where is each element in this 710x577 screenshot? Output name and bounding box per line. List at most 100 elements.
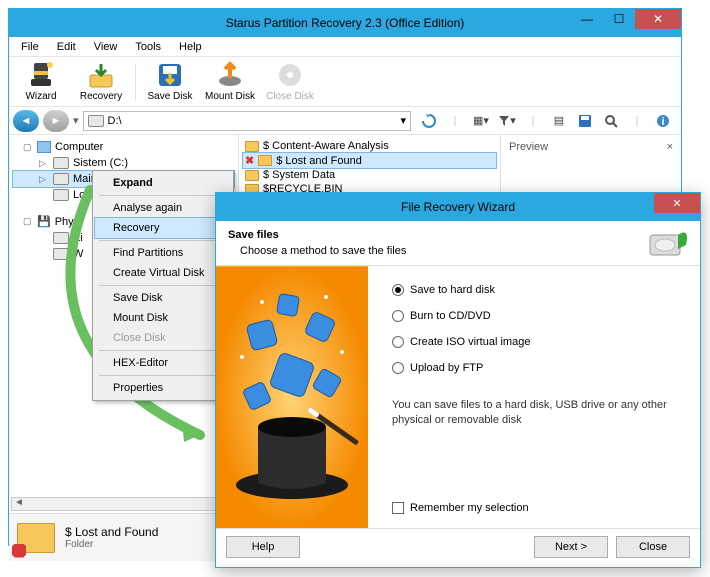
ctx-analyse[interactable]: Analyse again xyxy=(95,198,231,218)
address-dropdown-icon[interactable]: ▾ xyxy=(400,114,406,127)
context-menu: Expand Analyse again Recovery Find Parti… xyxy=(92,170,234,401)
drive-icon xyxy=(53,232,69,244)
help-button[interactable]: Help xyxy=(226,536,300,558)
recovery-label: Recovery xyxy=(80,91,122,102)
option-save-hard-disk[interactable]: Save to hard disk xyxy=(392,284,684,296)
remember-selection[interactable]: Remember my selection xyxy=(392,502,684,514)
folder-icon xyxy=(245,170,259,181)
tree-computer[interactable]: ▢Computer xyxy=(13,139,234,155)
file-label: $ System Data xyxy=(263,169,335,181)
computer-icon xyxy=(37,141,51,153)
tree-computer-label: Computer xyxy=(55,141,103,153)
menubar: File Edit View Tools Help xyxy=(9,37,681,57)
minimize-button[interactable]: — xyxy=(571,9,603,29)
wizard-label: Wizard xyxy=(25,91,56,102)
tree-lo-label: Lo xyxy=(73,189,85,201)
main-title: Starus Partition Recovery 2.3 (Office Ed… xyxy=(226,16,465,30)
wizard-footer: Help Next > Close xyxy=(216,528,700,564)
file-label: $ Content-Aware Analysis xyxy=(263,140,389,152)
radio-icon xyxy=(392,362,404,374)
ctx-save-disk[interactable]: Save Disk xyxy=(95,288,231,308)
next-button[interactable]: Next > xyxy=(534,536,608,558)
radio-icon xyxy=(392,336,404,348)
menu-help[interactable]: Help xyxy=(171,39,210,55)
toolbar-separator xyxy=(135,64,136,100)
wizard-titlebar[interactable]: File Recovery Wizard ✕ xyxy=(216,193,700,221)
file-lost-found[interactable]: ✖$ Lost and Found xyxy=(243,153,496,168)
close-button[interactable]: ✕ xyxy=(635,9,681,29)
drive-icon xyxy=(53,248,69,260)
mount-disk-button[interactable]: Mount Disk xyxy=(202,59,258,105)
nav-history-dropdown[interactable]: ▾ xyxy=(73,114,79,127)
info-icon[interactable]: i xyxy=(653,111,673,131)
view-options-icon[interactable]: ▦▾ xyxy=(471,111,491,131)
search-icon[interactable] xyxy=(601,111,621,131)
navbar-separator: | xyxy=(445,111,465,131)
folder-icon xyxy=(258,155,272,166)
ctx-recovery[interactable]: Recovery xyxy=(95,218,231,238)
ctx-hex-editor[interactable]: HEX-Editor xyxy=(95,353,231,373)
wizard-icon xyxy=(27,61,55,89)
wizard-close-button[interactable]: ✕ xyxy=(654,193,700,213)
preview-close-icon[interactable]: × xyxy=(667,141,673,153)
folder-icon xyxy=(245,141,259,152)
address-text: D:\ xyxy=(108,115,122,127)
nav-back-button[interactable]: ◄ xyxy=(13,110,39,132)
ctx-separator xyxy=(99,195,227,196)
svg-text:i: i xyxy=(661,116,664,128)
ctx-expand[interactable]: Expand xyxy=(95,173,231,193)
menu-file[interactable]: File xyxy=(13,39,47,55)
list-view-icon[interactable]: ▤ xyxy=(549,111,569,131)
menu-view[interactable]: View xyxy=(86,39,126,55)
save-icon[interactable] xyxy=(575,111,595,131)
wizard-header: Save files Choose a method to save the f… xyxy=(216,221,700,266)
maximize-button[interactable]: ☐ xyxy=(603,9,635,29)
menu-edit[interactable]: Edit xyxy=(49,39,84,55)
status-type: Folder xyxy=(65,539,158,550)
wizard-hint: You can save files to a hard disk, USB d… xyxy=(392,398,684,429)
close-button[interactable]: Close xyxy=(616,536,690,558)
ctx-close-disk: Close Disk xyxy=(95,328,231,348)
close-disk-icon xyxy=(276,61,304,89)
navbar-actions: | ▦▾ ▾ | ▤ | i xyxy=(415,111,677,131)
drive-icon xyxy=(53,189,69,201)
save-disk-button[interactable]: Save Disk xyxy=(142,59,198,105)
main-titlebar[interactable]: Starus Partition Recovery 2.3 (Office Ed… xyxy=(9,9,681,37)
address-bar[interactable]: D:\ ▾ xyxy=(83,111,411,131)
file-system-data[interactable]: $ System Data xyxy=(243,168,496,182)
recovery-button[interactable]: Recovery xyxy=(73,59,129,105)
wizard-body: Save to hard disk Burn to CD/DVD Create … xyxy=(216,266,700,528)
refresh-icon[interactable] xyxy=(419,111,439,131)
option-label: Save to hard disk xyxy=(410,284,495,296)
tree-sistem-c[interactable]: ▷Sistem (C:) xyxy=(13,155,234,171)
option-upload-ftp[interactable]: Upload by FTP xyxy=(392,362,684,374)
wizard-subheading: Choose a method to save the files xyxy=(228,245,688,257)
menu-tools[interactable]: Tools xyxy=(127,39,169,55)
ctx-find-partitions[interactable]: Find Partitions xyxy=(95,243,231,263)
navbar-separator-3: | xyxy=(627,111,647,131)
tree-sistem-label: Sistem (C:) xyxy=(73,157,128,169)
navbar: ◄ ► ▾ D:\ ▾ | ▦▾ ▾ | ▤ | i xyxy=(9,107,681,135)
file-content-aware[interactable]: $ Content-Aware Analysis xyxy=(243,139,496,153)
wizard-options: Save to hard disk Burn to CD/DVD Create … xyxy=(368,266,700,528)
save-disk-label: Save Disk xyxy=(147,91,192,102)
navbar-separator-2: | xyxy=(523,111,543,131)
nav-forward-button[interactable]: ► xyxy=(43,110,69,132)
option-create-iso[interactable]: Create ISO virtual image xyxy=(392,336,684,348)
status-text: $ Lost and Found Folder xyxy=(65,525,158,550)
remember-label: Remember my selection xyxy=(410,502,529,514)
drive-icon xyxy=(53,173,69,185)
ctx-separator xyxy=(99,240,227,241)
checkbox-icon xyxy=(392,502,404,514)
file-label: $ Lost and Found xyxy=(276,155,362,167)
wizard-button[interactable]: Wizard xyxy=(13,59,69,105)
option-burn-cd[interactable]: Burn to CD/DVD xyxy=(392,310,684,322)
ctx-mount-disk[interactable]: Mount Disk xyxy=(95,308,231,328)
preview-label: Preview xyxy=(509,141,548,153)
ctx-properties[interactable]: Properties xyxy=(95,378,231,398)
ctx-separator xyxy=(99,375,227,376)
ctx-create-virtual-disk[interactable]: Create Virtual Disk xyxy=(95,263,231,283)
close-disk-button: Close Disk xyxy=(262,59,318,105)
horizontal-scrollbar[interactable] xyxy=(11,497,236,511)
filter-icon[interactable]: ▾ xyxy=(497,111,517,131)
